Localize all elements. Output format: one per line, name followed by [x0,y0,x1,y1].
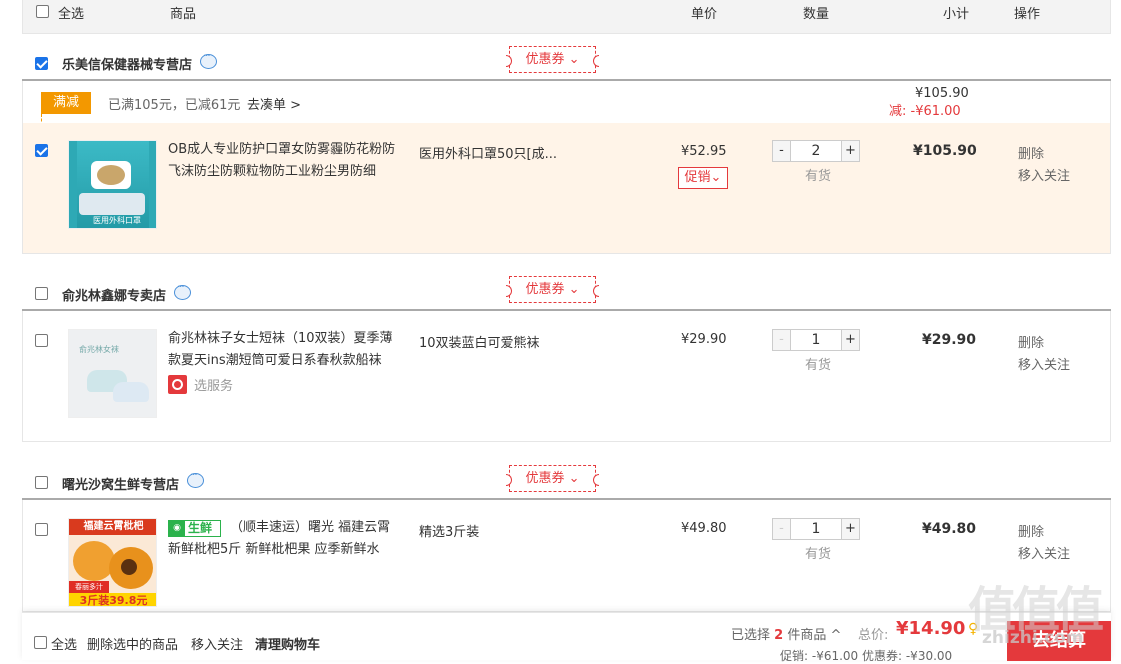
promo-discount: 减: -¥61.00 [889,104,961,119]
stock-status: 有货 [805,547,832,562]
decrease-button[interactable]: - [773,141,791,161]
quantity-stepper[interactable]: - 2 + [772,140,860,162]
shop-name[interactable]: 乐美信保健器械专营店 [62,54,192,73]
total-label: 总价: [858,628,889,643]
chat-icon[interactable] [174,282,191,300]
shop-checkbox[interactable] [35,287,48,300]
shop-checkbox[interactable] [35,476,48,489]
product-image[interactable]: 俞兆林女袜 [68,329,157,418]
quantity-input[interactable]: 2 [791,141,841,161]
selected-count-text[interactable]: 已选择 2 件商品 ^ [731,624,841,643]
product-title[interactable]: 俞兆林袜子女士短袜（10双装）夏季薄款夏天ins潮短筒可爱日系春秋款船袜 [168,328,400,372]
item-subtotal: ¥29.90 [922,332,977,348]
cart-item: 福建云霄枇杷 春丽多汁 3斤装39.8元 ◉ 生鲜 （顺丰速运）曙光 福建云霄新… [22,500,1111,612]
move-to-favorites-link[interactable]: 移入关注 [1018,543,1070,562]
move-to-favorites-link[interactable]: 移入关注 [1018,165,1070,184]
chat-icon[interactable] [187,470,204,488]
service-icon [168,375,187,394]
action-column-header: 操作 [1014,7,1041,22]
unit-price: ¥49.80 [681,521,727,536]
quantity-input[interactable]: 1 [791,519,841,539]
delete-selected-link[interactable]: 删除选中的商品 [87,634,178,653]
product-image[interactable]: 医用外科口罩 [68,140,157,229]
product-title[interactable]: OB成人专业防护口罩女防雾霾防花粉防飞沫防尘防颗粒物防工业粉尘男防细 [168,139,400,183]
stock-status: 有货 [805,358,832,373]
decrease-button[interactable]: - [773,519,791,539]
watermark-url: zhizhi.com [982,628,1084,648]
coupon-button[interactable]: 优惠券 ⌄ [506,465,599,492]
selected-count: 2 [774,628,784,643]
item-checkbox[interactable] [35,334,48,347]
quantity-stepper[interactable]: - 1 + [772,329,860,351]
select-service-link[interactable]: 选服务 [194,375,233,394]
stock-status: 有货 [805,169,832,184]
promo-total: ¥105.90 [915,86,969,101]
product-spec: 精选3斤装 [419,525,480,540]
item-checkbox[interactable] [35,144,48,157]
decrease-button[interactable]: - [773,330,791,350]
move-to-favorites-link[interactable]: 移入关注 [191,634,243,653]
shop-name[interactable]: 曙光沙窝生鲜专营店 [62,474,179,493]
product-column-header: 商品 [170,7,197,22]
item-checkbox[interactable] [35,523,48,536]
footer-select-all-label[interactable]: 全选 [51,634,77,653]
increase-button[interactable]: + [841,519,859,539]
promotion-dropdown[interactable]: 促销⌄ [678,167,728,189]
item-subtotal: ¥49.80 [922,521,977,537]
shop-checkbox[interactable] [35,57,48,70]
product-spec: 10双装蓝白可爱熊袜 [419,336,540,351]
add-items-link[interactable]: 去凑单 > [247,94,301,113]
item-subtotal: ¥105.90 [913,143,977,159]
full-reduction-tag: 满减 [41,92,91,126]
delete-link[interactable]: 删除 [1018,143,1044,162]
move-to-favorites-link[interactable]: 移入关注 [1018,354,1070,373]
cart-item: 俞兆林女袜 俞兆林袜子女士短袜（10双装）夏季薄款夏天ins潮短筒可爱日系春秋款… [22,311,1111,442]
coupon-button[interactable]: 优惠券 ⌄ [506,46,599,73]
unit-price: ¥29.90 [681,332,727,347]
subtotal-column-header: 小计 [943,7,970,22]
chevron-up-icon: ^ [830,628,842,643]
cart-header: 全选 商品 单价 数量 小计 操作 [22,0,1111,34]
increase-button[interactable]: + [841,330,859,350]
product-title[interactable]: （顺丰速运）曙光 福建云霄新鲜枇杷5斤 新鲜枇杷果 应季新鲜水 [168,517,400,561]
quantity-input[interactable]: 1 [791,330,841,350]
clear-cart-link[interactable]: 清理购物车 [255,634,320,653]
select-all-label: 全选 [58,7,85,22]
select-all-checkbox[interactable] [36,5,49,18]
product-spec: 医用外科口罩50只[成... [419,147,558,162]
quantity-column-header: 数量 [803,7,830,22]
shop-name[interactable]: 俞兆林鑫娜专卖店 [62,285,166,304]
product-image[interactable]: 福建云霄枇杷 春丽多汁 3斤装39.8元 [68,518,157,607]
discount-summary: 促销: -¥61.00 优惠券: -¥30.00 [780,649,953,663]
delete-link[interactable]: 删除 [1018,521,1044,540]
quantity-stepper[interactable]: - 1 + [772,518,860,540]
increase-button[interactable]: + [841,141,859,161]
unit-price: ¥52.95 [681,144,727,159]
chat-icon[interactable] [200,51,217,69]
footer-select-all-checkbox[interactable] [34,636,47,649]
total-price: ¥14.90 [896,618,966,639]
promo-text: 已满105元，已减61元 [108,98,241,113]
delete-link[interactable]: 删除 [1018,332,1044,351]
cart-item: 医用外科口罩 OB成人专业防护口罩女防雾霾防花粉防飞沫防尘防颗粒物防工业粉尘男防… [22,123,1111,254]
coupon-button[interactable]: 优惠券 ⌄ [506,276,599,303]
checkout-bar: 全选 删除选中的商品 移入关注 清理购物车 已选择 2 件商品 ^ 总价: ¥1… [22,612,1111,663]
promo-row: 满减 已满105元，已减61元 去凑单 > ¥105.90 减: -¥61.00 [22,81,1111,126]
unit-price-column-header: 单价 [691,7,718,22]
